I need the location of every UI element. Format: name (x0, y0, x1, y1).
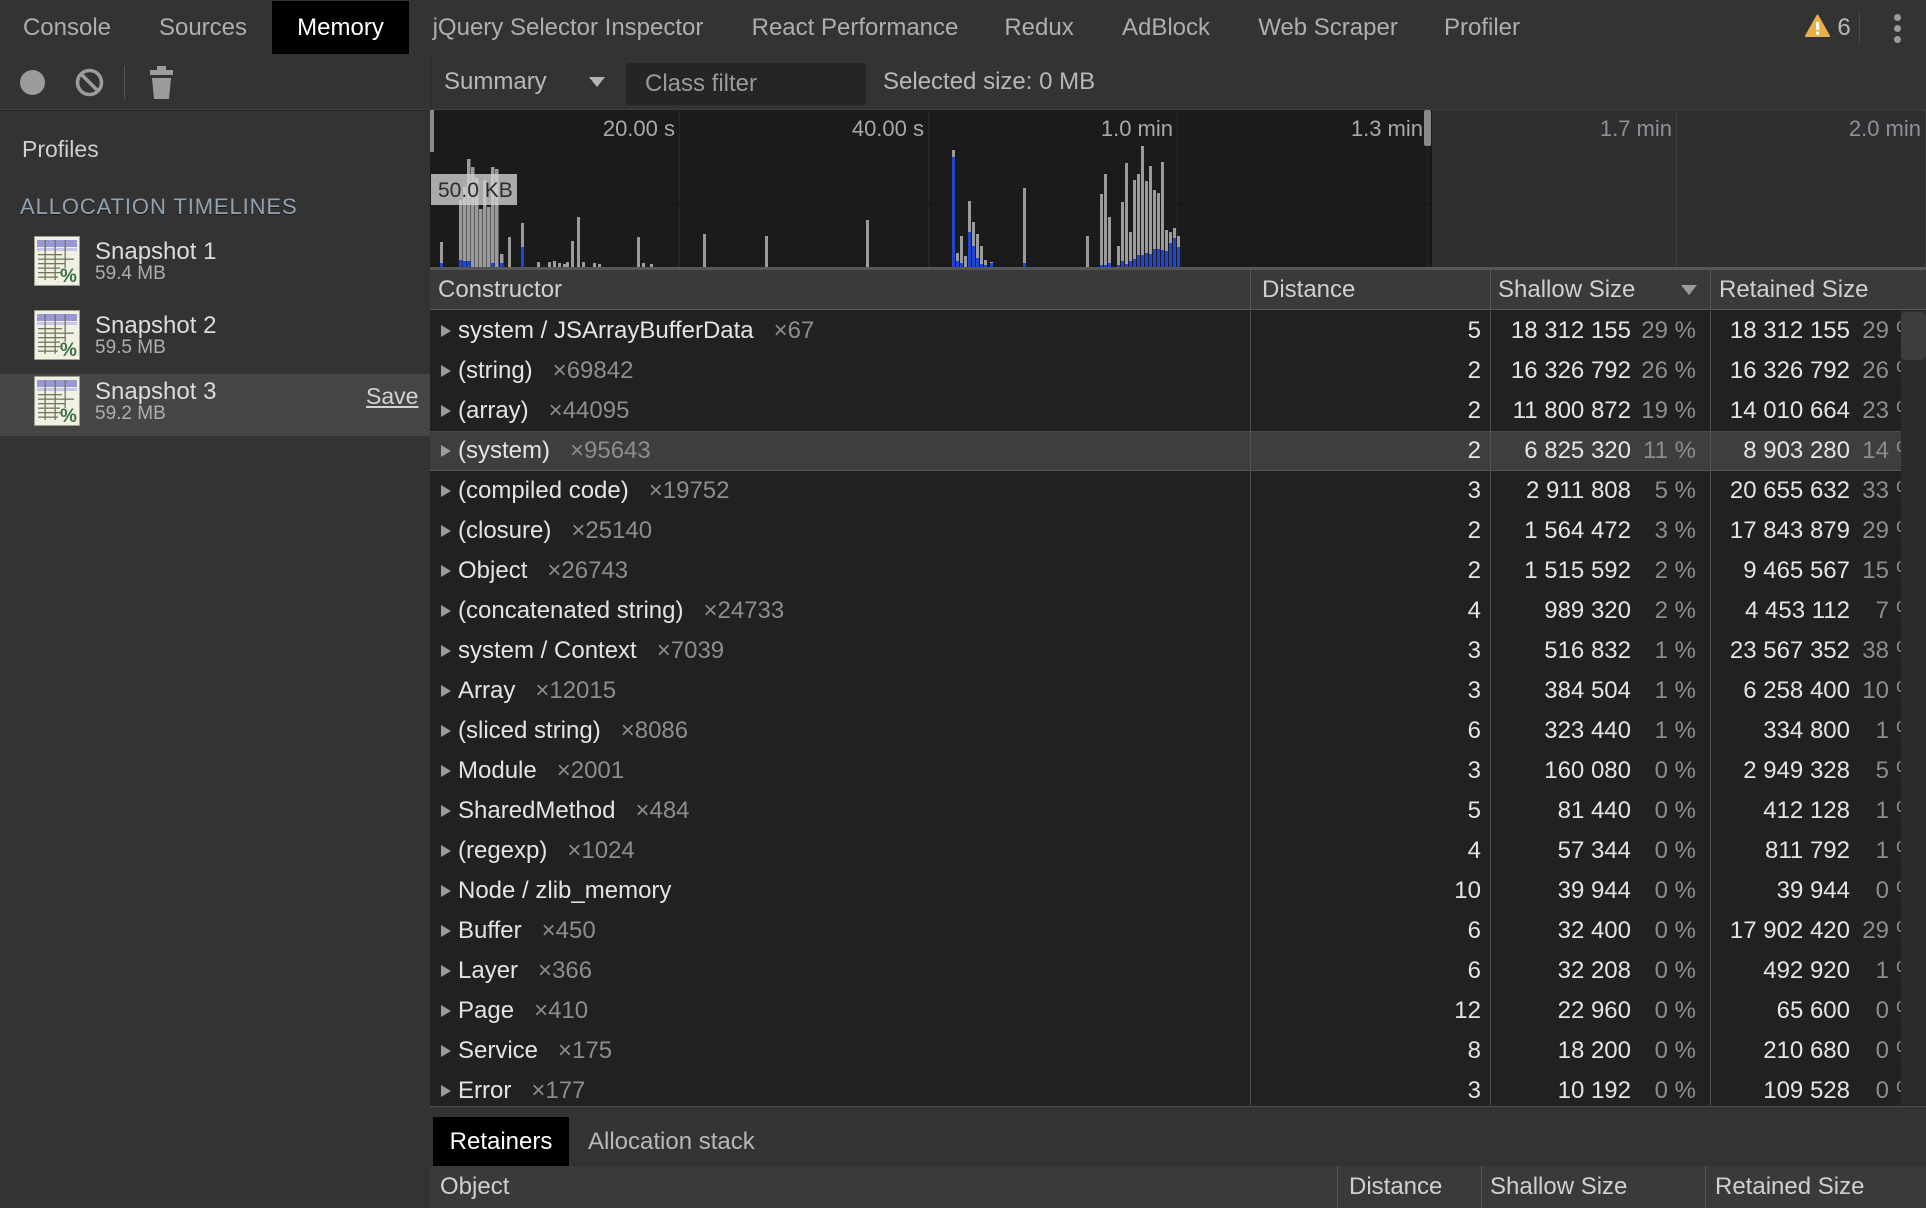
svg-text:%: % (60, 406, 77, 426)
svg-text:%: % (60, 340, 77, 360)
svg-text:20.00 s: 20.00 s (603, 116, 675, 141)
svg-text:%: % (60, 266, 77, 286)
svg-text:50.0 KB: 50.0 KB (438, 179, 513, 202)
svg-text:1.3 min: 1.3 min (1351, 116, 1423, 141)
svg-text:1.0 min: 1.0 min (1101, 116, 1173, 141)
svg-text:2.0 min: 2.0 min (1849, 116, 1921, 141)
svg-text:40.00 s: 40.00 s (852, 116, 924, 141)
svg-text:1.7 min: 1.7 min (1600, 116, 1672, 141)
